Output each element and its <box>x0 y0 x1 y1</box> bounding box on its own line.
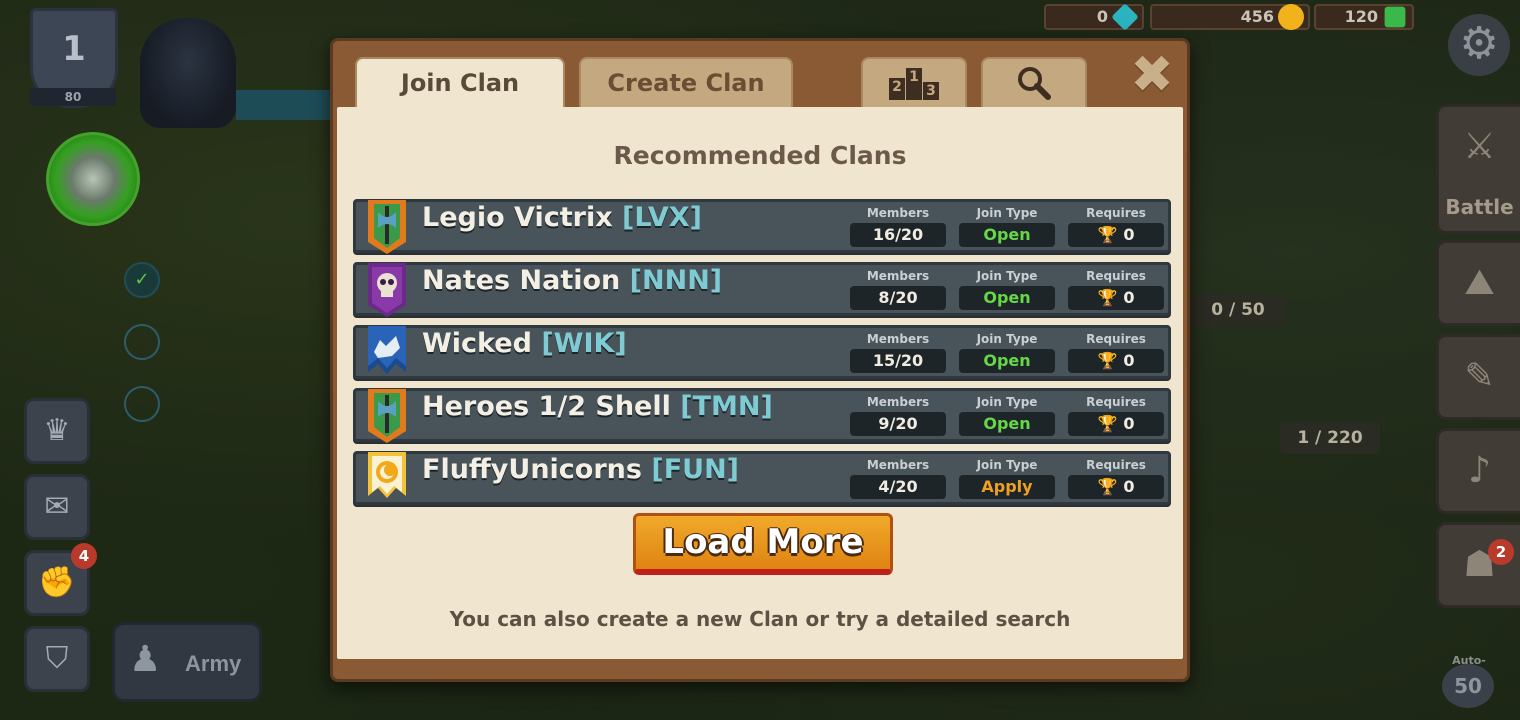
members-stat: Members 15/20 <box>850 332 946 373</box>
tab-join-clan[interactable]: Join Clan <box>355 57 565 109</box>
quests-button[interactable]: ✊ 4 <box>24 543 97 616</box>
clan-tag: [NNN] <box>629 265 723 296</box>
side-menu-button[interactable]: ♪ <box>1436 428 1520 514</box>
empty-slot-indicator <box>124 386 160 422</box>
army-label: Army <box>185 651 242 676</box>
join-type-stat: Join Type Open <box>959 269 1055 310</box>
trophy-icon: 🏆 <box>1097 288 1118 307</box>
green-axe-banner-icon <box>368 200 406 254</box>
cart-capacity: 1 / 220 <box>1280 422 1380 454</box>
recommended-clans-heading: Recommended Clans <box>613 141 907 170</box>
clan-row[interactable]: Heroes 1/2 Shell [TMN] Members 9/20 Join … <box>353 388 1171 443</box>
green-axe-banner-icon <box>368 389 406 443</box>
purple-skull-banner-icon <box>368 263 406 317</box>
members-stat: Members 4/20 <box>850 458 946 499</box>
crown-icon: ♛ <box>43 413 71 448</box>
player-xp: 80 <box>30 88 116 106</box>
clan-modal: Join Clan Create Clan 2 1 3 ✖ Recommende… <box>330 38 1190 682</box>
player-level: 1 <box>62 29 86 69</box>
members-stat: Members 16/20 <box>850 206 946 247</box>
requires-stat: Requires 🏆 0 <box>1068 269 1164 310</box>
clan-tag: [WIK] <box>541 328 627 359</box>
clan-tag: [TMN] <box>680 391 773 422</box>
autospin-button[interactable]: 50 <box>1442 664 1494 708</box>
requires-stat: Requires 🏆 0 <box>1068 458 1164 499</box>
members-stat: Members 9/20 <box>850 395 946 436</box>
clan-name: FluffyUnicorns [FUN] <box>422 454 740 485</box>
clan-tag: [FUN] <box>651 454 740 485</box>
emerald-icon <box>1384 6 1406 28</box>
trophy-icon: 🏆 <box>1097 414 1118 433</box>
horn-icon: ♪ <box>1468 450 1491 491</box>
members-stat: Members 8/20 <box>850 269 946 310</box>
requires-stat: Requires 🏆 0 <box>1068 332 1164 373</box>
crystal-counter[interactable]: 0 <box>1044 3 1144 31</box>
army-button[interactable]: ♟ Army <box>112 622 262 702</box>
clan-name: Heroes 1/2 Shell [TMN] <box>422 391 773 422</box>
search-icon <box>1018 67 1051 100</box>
sun-moon-banner-icon <box>368 452 406 498</box>
side-menu-button[interactable]: ☗ 2 <box>1436 522 1520 608</box>
map-icon: ✎ <box>1464 356 1495 397</box>
battle-label: Battle <box>1445 195 1514 219</box>
crystal-icon <box>1111 3 1139 31</box>
tab-leaderboard[interactable]: 2 1 3 <box>861 57 967 107</box>
requires-stat: Requires 🏆 0 <box>1068 206 1164 247</box>
tab-search[interactable] <box>981 57 1087 107</box>
clan-row[interactable]: Legio Victrix [LVX] Members 16/20 Join Ty… <box>353 199 1171 254</box>
player-name-bar <box>236 90 336 120</box>
hero-helmet-avatar[interactable] <box>140 18 236 128</box>
clan-button[interactable]: ⛉ <box>24 626 90 692</box>
podium-icon: 2 1 3 <box>889 66 939 100</box>
load-more-button[interactable]: Load More <box>633 513 893 575</box>
shield-chat-icon: ⛉ <box>45 641 69 676</box>
footer-hint: You can also create a new Clan or try a … <box>449 607 1071 631</box>
join-type-stat: Join Type Apply <box>959 458 1055 499</box>
checkmark-icon: ✓ <box>124 262 160 298</box>
settings-gear-icon[interactable]: ⚙ <box>1448 14 1510 76</box>
soldiers-icon: ♟ <box>129 639 162 680</box>
clan-name: Nates Nation [NNN] <box>422 265 723 296</box>
join-type-stat: Join Type Open <box>959 395 1055 436</box>
gold-coin-icon <box>1278 4 1304 30</box>
gold-counter[interactable]: 456 <box>1150 4 1310 30</box>
blue-wolf-banner-icon <box>368 326 406 374</box>
emerald-counter[interactable]: 120 <box>1314 4 1414 30</box>
clan-tag: [LVX] <box>622 202 702 233</box>
modal-tabs: Join Clan Create Clan 2 1 3 ✖ <box>333 41 1187 109</box>
side-menu-button[interactable]: ⛰ <box>1436 240 1520 326</box>
clan-row[interactable]: Wicked [WIK] Members 15/20 Join Type Open … <box>353 325 1171 379</box>
envelope-icon: ✉ <box>44 489 70 524</box>
mail-button[interactable]: ✉ <box>24 474 90 540</box>
crossed-swords-icon: ⚔ <box>1463 126 1496 167</box>
trophy-icon: 🏆 <box>1097 477 1118 496</box>
trophy-icon: 🏆 <box>1097 351 1118 370</box>
clan-name: Legio Victrix [LVX] <box>422 202 702 233</box>
ore-icon: ⛰ <box>1464 262 1495 303</box>
trophy-icon: 🏆 <box>1097 225 1118 244</box>
join-type-stat: Join Type Open <box>959 332 1055 373</box>
creature-icon: ☗ <box>1463 544 1496 585</box>
storage-capacity: 0 / 50 <box>1190 294 1286 326</box>
clan-name: Wicked [WIK] <box>422 328 627 359</box>
side-menu-button[interactable]: ✎ <box>1436 334 1520 420</box>
tab-create-clan[interactable]: Create Clan <box>579 57 793 107</box>
clan-row[interactable]: Nates Nation [NNN] Members 8/20 Join Type… <box>353 262 1171 317</box>
portal-event-icon[interactable] <box>46 132 140 226</box>
crown-button[interactable]: ♛ <box>24 398 90 464</box>
notification-badge: 4 <box>71 543 97 569</box>
close-icon[interactable]: ✖ <box>1129 49 1175 101</box>
notification-badge: 2 <box>1488 539 1514 565</box>
battle-button[interactable]: ⚔ Battle <box>1436 104 1520 234</box>
clan-list-panel: Recommended Clans Legio Victrix [LVX] Me… <box>337 107 1183 659</box>
clan-row[interactable]: FluffyUnicorns [FUN] Members 4/20 Join Ty… <box>353 451 1171 505</box>
join-type-stat: Join Type Open <box>959 206 1055 247</box>
requires-stat: Requires 🏆 0 <box>1068 395 1164 436</box>
empty-slot-indicator <box>124 324 160 360</box>
